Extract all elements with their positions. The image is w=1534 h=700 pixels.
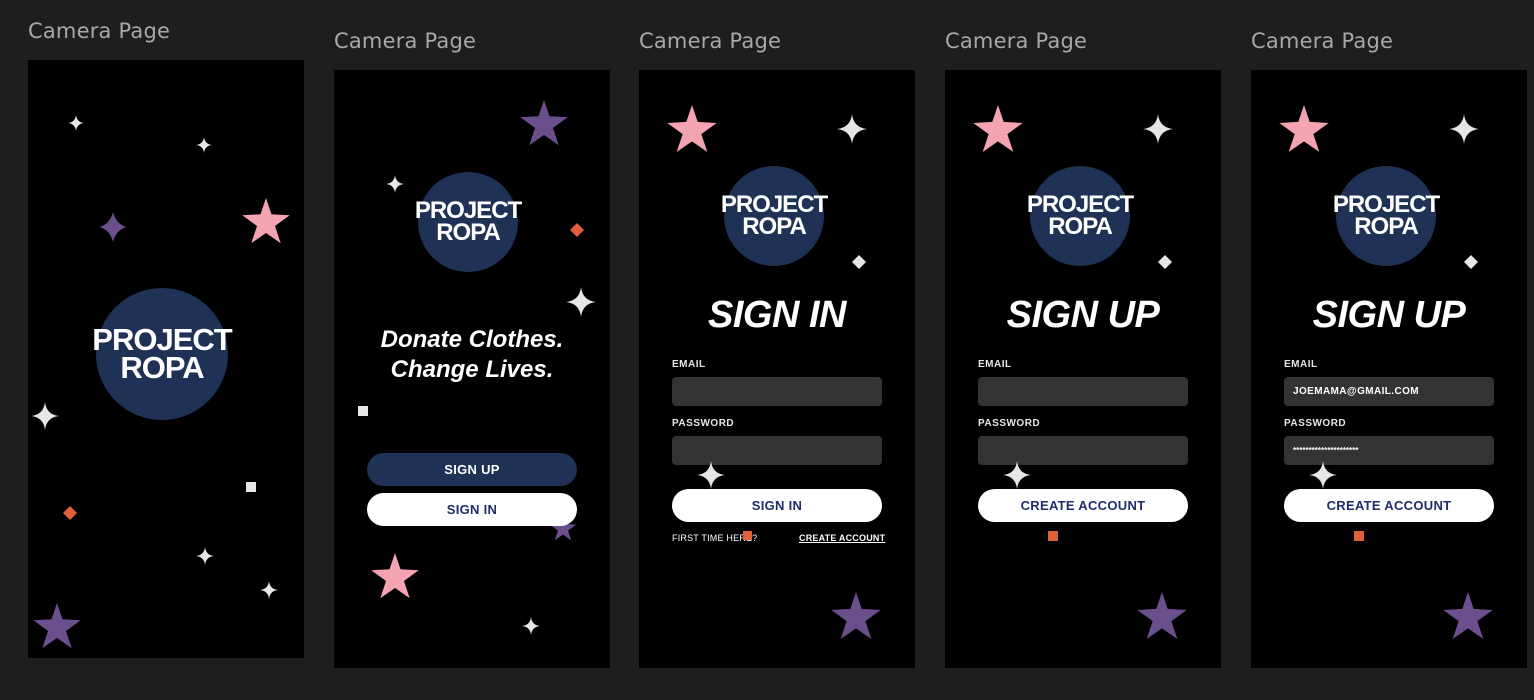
splash-frame: PROJECT ROPA <box>28 60 304 658</box>
sparkle-icon <box>1449 114 1479 144</box>
sparkle-icon <box>31 402 59 430</box>
sparkle-icon <box>837 114 867 144</box>
pink-star-icon <box>973 105 1023 153</box>
sparkle-icon <box>522 617 540 635</box>
password-label: PASSWORD <box>672 418 735 429</box>
sparkle-icon <box>697 461 725 489</box>
orange-square-shape <box>743 531 752 540</box>
tagline: Donate Clothes. Change Lives. <box>334 325 610 385</box>
sparkle-icon <box>196 547 214 565</box>
tagline-line2: Change Lives. <box>390 356 554 383</box>
logo-line2: ROPA <box>120 350 204 385</box>
email-label: EMAIL <box>672 359 706 370</box>
email-field[interactable]: JOEMAMA@GMAIL.COM <box>1284 377 1494 406</box>
sparkle-icon <box>196 137 212 153</box>
purple-star-icon <box>33 603 81 649</box>
sign-in-button[interactable]: SIGN IN <box>672 489 882 522</box>
create-account-button[interactable]: CREATE ACCOUNT <box>978 489 1188 522</box>
project-ropa-logo: PROJECT ROPA <box>415 172 522 272</box>
page-title: SIGN UP <box>1006 294 1160 336</box>
orange-square-shape <box>1048 531 1058 541</box>
frame-label-4: Camera Page <box>945 29 1088 53</box>
sparkle-icon <box>260 581 278 599</box>
sign-up-button[interactable]: SIGN UP <box>367 453 577 486</box>
email-label: EMAIL <box>1284 359 1318 370</box>
sparkle-icon <box>386 175 404 193</box>
pink-star-icon <box>667 105 717 153</box>
square-shape <box>358 406 368 416</box>
email-field[interactable] <box>978 377 1188 406</box>
orange-diamond-icon <box>570 223 584 237</box>
create-account-link[interactable]: CREATE ACCOUNT <box>799 533 885 543</box>
project-ropa-logo: PROJECT ROPA <box>1333 166 1440 266</box>
project-ropa-logo: PROJECT ROPA <box>1027 166 1134 266</box>
orange-square-shape <box>1354 531 1364 541</box>
diamond-icon <box>1464 255 1478 269</box>
email-field[interactable] <box>672 377 882 406</box>
welcome-frame: PROJECT ROPA Donate Clothes. Change Live… <box>334 70 610 668</box>
project-ropa-logo: PROJECT ROPA <box>92 288 233 420</box>
frame-label-5: Camera Page <box>1251 29 1394 53</box>
diamond-icon <box>1158 255 1172 269</box>
page-title: SIGN UP <box>1312 294 1466 336</box>
purple-star-icon <box>1443 592 1493 640</box>
purple-star-icon <box>831 592 881 640</box>
sign-in-button[interactable]: SIGN IN <box>367 493 577 526</box>
logo-line2: ROPA <box>742 213 807 240</box>
password-label: PASSWORD <box>978 418 1041 429</box>
sparkle-icon <box>566 287 596 317</box>
sparkle-icon <box>1143 114 1173 144</box>
sign-in-frame: PROJECT ROPA SIGN IN EMAIL PASSWORD SIGN… <box>639 70 915 668</box>
sparkle-icon <box>68 115 84 131</box>
logo-line2: ROPA <box>1048 213 1113 240</box>
frame-label-2: Camera Page <box>334 29 477 53</box>
pink-star-icon <box>242 198 290 244</box>
logo-line2: ROPA <box>436 219 501 246</box>
email-label: EMAIL <box>978 359 1012 370</box>
square-shape <box>246 482 256 492</box>
frame-label-1: Camera Page <box>28 19 171 43</box>
page-title: SIGN IN <box>708 294 846 336</box>
sign-up-filled-frame: PROJECT ROPA SIGN UP EMAIL JOEMAMA@GMAIL… <box>1251 70 1527 668</box>
create-account-button[interactable]: CREATE ACCOUNT <box>1284 489 1494 522</box>
diamond-icon <box>852 255 866 269</box>
tagline-line1: Donate Clothes. <box>380 326 564 353</box>
purple-star-icon <box>1137 592 1187 640</box>
frame-label-3: Camera Page <box>639 29 782 53</box>
sparkle-icon <box>1003 461 1031 489</box>
password-label: PASSWORD <box>1284 418 1347 429</box>
pink-star-icon <box>1279 105 1329 153</box>
sign-up-frame: PROJECT ROPA SIGN UP EMAIL PASSWORD CREA… <box>945 70 1221 668</box>
logo-line2: ROPA <box>1354 213 1419 240</box>
purple-star-icon <box>99 212 127 242</box>
project-ropa-logo: PROJECT ROPA <box>721 166 828 266</box>
purple-star-icon <box>520 100 568 146</box>
orange-diamond-icon <box>63 506 77 520</box>
pink-star-icon <box>371 553 419 599</box>
sparkle-icon <box>1309 461 1337 489</box>
